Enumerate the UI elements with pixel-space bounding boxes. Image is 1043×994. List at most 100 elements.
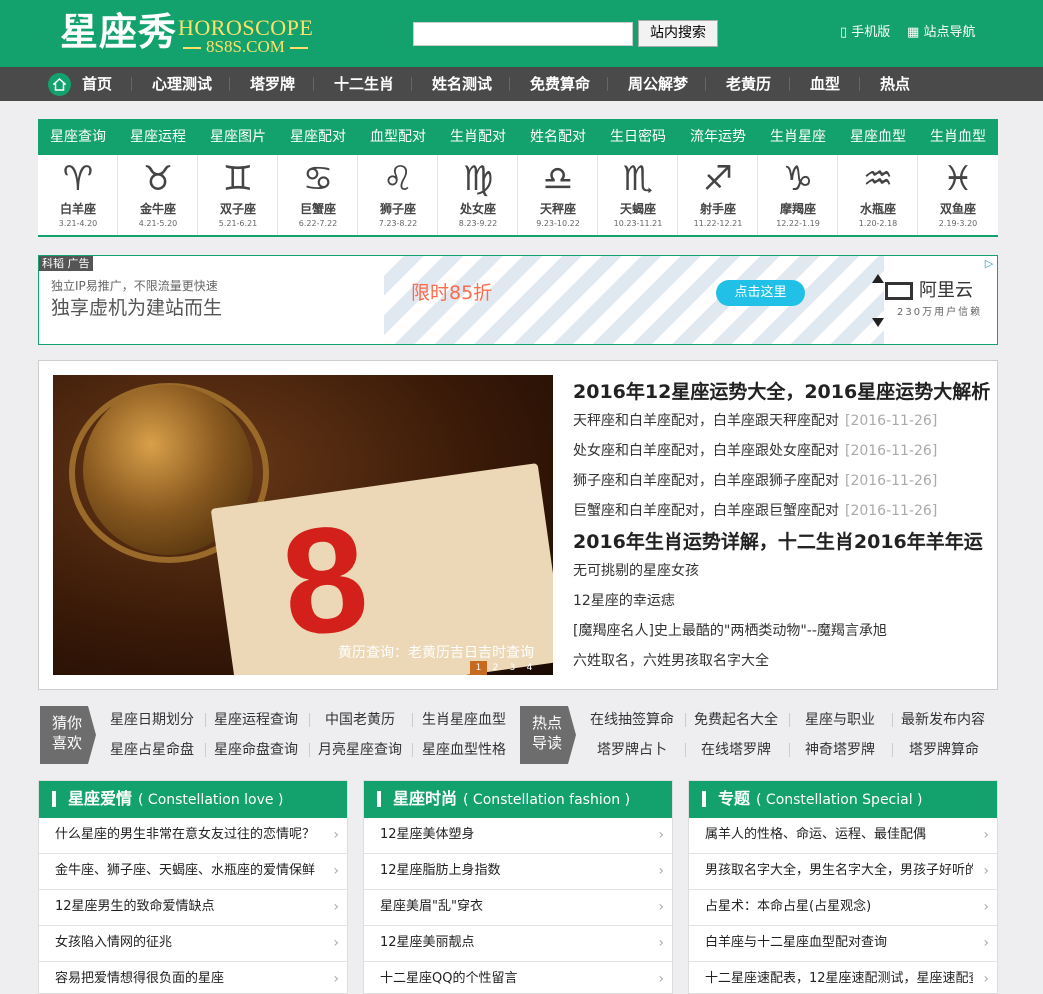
slide-dot[interactable]: 4 <box>521 661 538 675</box>
ad-next-arrow-icon[interactable] <box>872 318 884 327</box>
quick-link[interactable]: 在线塔罗牌 <box>701 740 771 760</box>
tab-blood-match[interactable]: 血型配对 <box>358 119 438 155</box>
list-item[interactable]: 十二星座QQ的个性留言 › <box>364 962 672 993</box>
zodiac-gemini[interactable]: ♊ 双子座 5.21-6.21 <box>198 155 278 235</box>
zodiac-aries[interactable]: ♈ 白羊座 3.21-4.20 <box>38 155 118 235</box>
tab-zodiac-blood[interactable]: 生肖血型 <box>918 119 998 155</box>
zodiac-aquarius[interactable]: ♒ 水瓶座 1.20-2.18 <box>838 155 918 235</box>
zodiac-scorpio[interactable]: ♏ 天蝎座 10.23-11.21 <box>598 155 678 235</box>
feature-item[interactable]: [魔羯座名人]史上最酷的"两栖类动物"--魔羯言承旭 <box>573 621 887 641</box>
zodiac-cancer[interactable]: ♋ 巨蟹座 6.22-7.22 <box>278 155 358 235</box>
list-item[interactable]: 什么星座的男生非常在意女友过往的恋情呢？ › <box>39 818 347 854</box>
nav-item-home[interactable]: 首页 <box>82 67 112 101</box>
tab-zodiac-constellation[interactable]: 生肖星座 <box>758 119 838 155</box>
quick-link[interactable]: 星座血型性格 <box>422 740 506 760</box>
tab-constellation-fortune[interactable]: 星座运程 <box>118 119 198 155</box>
search-input[interactable] <box>413 22 633 46</box>
nav-item-dreams[interactable]: 周公解梦 <box>628 67 688 101</box>
ad-info-icon[interactable]: ▷ <box>981 256 997 272</box>
list-item[interactable]: 12星座美丽靓点 › <box>364 926 672 962</box>
nav-divider <box>859 77 860 91</box>
list-item[interactable]: 白羊座与十二星座血型配对查询 › <box>689 926 997 962</box>
feature-item[interactable]: 巨蟹座和白羊座配对，白羊座跟巨蟹座配对 [2016-11-26] <box>573 501 937 521</box>
tab-constellation-images[interactable]: 星座图片 <box>198 119 278 155</box>
feature-item[interactable]: 处女座和白羊座配对，白羊座跟处女座配对 [2016-11-26] <box>573 441 937 461</box>
zodiac-sagittarius[interactable]: ♐ 射手座 11.22-12.21 <box>678 155 758 235</box>
quick-link[interactable]: 月亮星座查询 <box>318 740 402 760</box>
list-item[interactable]: 星座美眉"乱"穿衣 › <box>364 890 672 926</box>
list-item[interactable]: 12星座美体塑身 › <box>364 818 672 854</box>
quick-link[interactable]: 在线抽签算命 <box>590 710 674 730</box>
quick-link[interactable]: 塔罗牌算命 <box>909 740 979 760</box>
zodiac-pisces[interactable]: ♓ 双鱼座 2.19-3.20 <box>918 155 998 235</box>
column-title[interactable]: 专题( Constellation Special ) <box>718 789 923 810</box>
quick-link[interactable]: 生肖星座血型 <box>422 710 506 730</box>
quick-link[interactable]: 塔罗牌占卜 <box>597 740 667 760</box>
feature-item[interactable]: 天秤座和白羊座配对，白羊座跟天秤座配对 [2016-11-26] <box>573 411 937 431</box>
nav-item-blood-type[interactable]: 血型 <box>810 67 840 101</box>
slide-dot[interactable]: 2 <box>487 661 504 675</box>
quick-link[interactable]: 免费起名大全 <box>694 710 778 730</box>
feature-slideshow[interactable]: 8 黄历查询：老黄历吉日吉时查询 1 2 3 4 <box>53 375 553 675</box>
nav-item-name-test[interactable]: 姓名测试 <box>432 67 492 101</box>
tab-constellation-query[interactable]: 星座查询 <box>38 119 118 155</box>
feature-item[interactable]: 无可挑剔的星座女孩 <box>573 561 699 581</box>
zodiac-capricorn[interactable]: ♑ 摩羯座 12.22-1.19 <box>758 155 838 235</box>
feature-section: 8 黄历查询：老黄历吉日吉时查询 1 2 3 4 2016年12星座运势大全，2… <box>38 360 998 690</box>
tab-name-match[interactable]: 姓名配对 <box>518 119 598 155</box>
ad-banner[interactable]: 科韬 广告 独立IP易推广，不限流量更快速 独享虚机为建站而生 限时85折 点击… <box>38 255 998 345</box>
zodiac-date: 5.21-6.21 <box>218 219 258 228</box>
tab-constellation-blood[interactable]: 星座血型 <box>838 119 918 155</box>
list-item[interactable]: 男孩取名字大全，男生名字大全，男孩子好听的 › <box>689 854 997 890</box>
tab-constellation-match[interactable]: 星座配对 <box>278 119 358 155</box>
zodiac-libra[interactable]: ♎ 天秤座 9.23-10.22 <box>518 155 598 235</box>
feature-item[interactable]: 六姓取名，六姓男孩取名字大全 <box>573 651 769 671</box>
column-title[interactable]: 星座爱情( Constellation love ) <box>68 789 283 810</box>
mobile-link[interactable]: ▯ 手机版 <box>840 24 890 42</box>
list-item[interactable]: 12星座男生的致命爱情缺点 › <box>39 890 347 926</box>
list-item[interactable]: 女孩陷入情网的征兆 › <box>39 926 347 962</box>
feature-item[interactable]: 12星座的幸运痣 <box>573 591 675 611</box>
tab-birthday-code[interactable]: 生日密码 <box>598 119 678 155</box>
list-item[interactable]: 十二星座速配表，12星座速配测试，星座速配查 › <box>689 962 997 993</box>
quick-link[interactable]: 最新发布内容 <box>901 710 985 730</box>
feature-headline[interactable]: 2016年12星座运势大全，2016星座运势大解析 <box>573 380 990 404</box>
chevron-right-icon: › <box>983 899 989 915</box>
nav-item-almanac[interactable]: 老黄历 <box>726 67 771 101</box>
quick-link[interactable]: 星座占星命盘 <box>110 740 194 760</box>
nav-item-zodiac-animals[interactable]: 十二生肖 <box>334 67 394 101</box>
list-item[interactable]: 占星术：本命占星(占星观念) › <box>689 890 997 926</box>
tab-zodiac-match[interactable]: 生肖配对 <box>438 119 518 155</box>
nav-item-tarot[interactable]: 塔罗牌 <box>250 67 295 101</box>
sitemap-link[interactable]: ▦ 站点导航 <box>907 24 975 42</box>
quick-link[interactable]: 星座运程查询 <box>214 710 298 730</box>
slide-dot[interactable]: 3 <box>504 661 521 675</box>
quick-link[interactable]: 神奇塔罗牌 <box>805 740 875 760</box>
quick-link[interactable]: 中国老黄历 <box>325 710 395 730</box>
nav-item-hot[interactable]: 热点 <box>880 67 910 101</box>
list-item[interactable]: 属羊人的性格、命运、运程、最佳配偶 › <box>689 818 997 854</box>
ad-cta-button[interactable]: 点击这里 <box>716 280 805 306</box>
quick-link[interactable]: 星座日期划分 <box>110 710 194 730</box>
slide-caption[interactable]: 黄历查询：老黄历吉日吉时查询 <box>338 643 534 663</box>
nav-item-psych-test[interactable]: 心理测试 <box>152 67 212 101</box>
zodiac-date: 9.23-10.22 <box>536 219 580 228</box>
column-title[interactable]: 星座时尚( Constellation fashion ) <box>393 789 630 810</box>
zodiac-taurus[interactable]: ♉ 金牛座 4.21-5.20 <box>118 155 198 235</box>
chevron-right-icon: › <box>983 863 989 879</box>
ad-prev-arrow-icon[interactable] <box>872 274 884 283</box>
home-icon[interactable] <box>48 73 71 96</box>
feature-headline[interactable]: 2016年生肖运势详解，十二生肖2016年羊年运 <box>573 530 983 554</box>
tab-yearly-fortune[interactable]: 流年运势 <box>678 119 758 155</box>
quick-link[interactable]: 星座与职业 <box>805 710 875 730</box>
feature-item[interactable]: 狮子座和白羊座配对，白羊座跟狮子座配对 [2016-11-26] <box>573 471 937 491</box>
list-item[interactable]: 容易把爱情想得很负面的星座 › <box>39 962 347 993</box>
slide-dot[interactable]: 1 <box>470 661 487 675</box>
quick-link[interactable]: 星座命盘查询 <box>214 740 298 760</box>
zodiac-leo[interactable]: ♌ 狮子座 7.23-8.22 <box>358 155 438 235</box>
list-item[interactable]: 金牛座、狮子座、天蝎座、水瓶座的爱情保鲜 › <box>39 854 347 890</box>
zodiac-virgo[interactable]: ♍ 处女座 8.23-9.22 <box>438 155 518 235</box>
nav-item-fortune[interactable]: 免费算命 <box>530 67 590 101</box>
list-item[interactable]: 12星座脂肪上身指数 › <box>364 854 672 890</box>
search-button[interactable]: 站内搜索 <box>638 20 718 47</box>
